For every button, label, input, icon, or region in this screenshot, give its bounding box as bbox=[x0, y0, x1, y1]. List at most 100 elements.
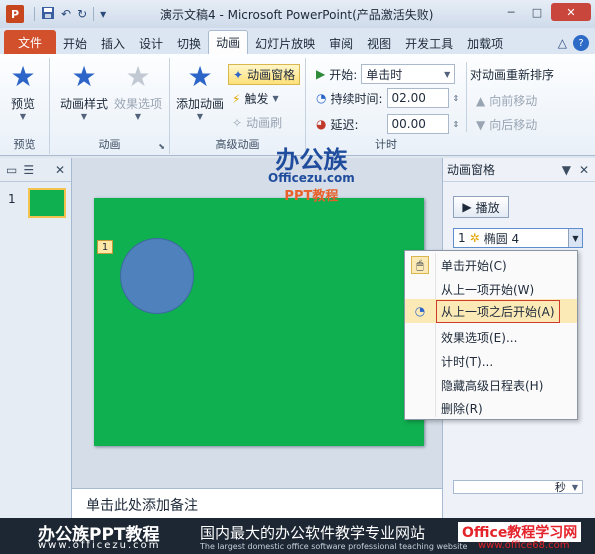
animation-pane-controls: ▼ ✕ bbox=[562, 163, 595, 177]
footer-slogan-en: The largest domestic office software pro… bbox=[200, 542, 468, 551]
slide-thumbnail[interactable] bbox=[28, 188, 66, 218]
lightning-icon: ⚡ bbox=[232, 91, 241, 106]
slide-editing-area: 1 bbox=[72, 158, 442, 488]
outline-tab-icon[interactable]: ☰ bbox=[23, 163, 34, 177]
chevron-down-icon: ▼ bbox=[80, 112, 88, 121]
timing-divider bbox=[466, 62, 467, 132]
start-select[interactable]: 单击时 ▼ bbox=[361, 64, 456, 84]
chevron-down-icon: ▼ bbox=[134, 112, 142, 121]
animation-order-tag[interactable]: 1 bbox=[97, 240, 113, 254]
tab-view[interactable]: 视图 bbox=[360, 32, 398, 54]
tab-file[interactable]: 文件 bbox=[4, 30, 56, 54]
quick-access-toolbar: ↶ ↻ ▾ bbox=[34, 6, 106, 23]
watermark-line3: PPT教程 bbox=[284, 189, 339, 204]
timeline-bar: 秒 ▼ bbox=[453, 480, 583, 494]
chevron-down-icon: ▼ bbox=[272, 94, 279, 103]
customize-qat-icon[interactable]: ▾ bbox=[100, 7, 106, 21]
menu-with-previous[interactable]: 从上一项开始(W) bbox=[405, 277, 577, 301]
window-controls: ─ □ ✕ bbox=[499, 3, 591, 21]
footer-site-logo: Office教程学习网 bbox=[458, 522, 582, 542]
maximize-button[interactable]: □ bbox=[525, 3, 549, 21]
duration-input[interactable]: 02.00 bbox=[386, 88, 449, 108]
item-dropdown-button[interactable]: ▼ bbox=[568, 229, 582, 247]
move-earlier-button[interactable]: ▲ 向前移动 bbox=[476, 92, 537, 109]
effect-options-button[interactable]: ★ 效果选项 ▼ bbox=[114, 62, 163, 122]
clock-icon: ◔ bbox=[414, 304, 426, 318]
down-arrow-icon: ▼ bbox=[476, 117, 486, 132]
animation-pane-header: 动画窗格 ▼ ✕ bbox=[443, 158, 595, 182]
chevron-down-icon: ▼ bbox=[19, 112, 27, 121]
timeline-unit[interactable]: 秒 bbox=[555, 479, 566, 495]
chevron-down-icon[interactable]: ▼ bbox=[572, 483, 578, 492]
menu-hide-advanced-timeline[interactable]: 隐藏高级日程表(H) bbox=[405, 373, 577, 397]
menu-remove-label: 删除(R) bbox=[441, 401, 483, 416]
footer-slogan: 国内最大的办公软件教学专业网站 bbox=[200, 524, 426, 542]
tab-insert[interactable]: 插入 bbox=[94, 32, 132, 54]
redo-icon[interactable]: ↻ bbox=[77, 7, 87, 21]
menu-hide-advanced-label: 隐藏高级日程表(H) bbox=[441, 378, 544, 393]
start-value: 单击时 bbox=[366, 67, 403, 82]
animation-painter-button[interactable]: ✧ 动画刷 bbox=[232, 114, 282, 131]
animation-list-item[interactable]: 1 ✲ 椭圆 4 ▼ bbox=[453, 228, 583, 248]
group-preview: ★ 预览 ▼ 预览 bbox=[0, 58, 50, 154]
oval-shape[interactable] bbox=[120, 238, 194, 314]
effect-options-label: 效果选项 bbox=[114, 97, 163, 111]
footer-banner: 办公族PPT教程 www.officezu.com 国内最大的办公软件教学专业网… bbox=[0, 518, 595, 554]
animation-painter-label: 动画刷 bbox=[246, 116, 283, 130]
group-animation: ★ 动画样式 ▼ ★ 效果选项 ▼ 动画 ⬊ bbox=[50, 58, 170, 154]
item-number: 1 bbox=[458, 231, 466, 245]
close-icon[interactable]: ✕ bbox=[579, 163, 589, 177]
play-button[interactable]: ▶ 播放 bbox=[453, 196, 509, 218]
undo-icon[interactable]: ↶ bbox=[61, 7, 71, 21]
collapse-ribbon-icon[interactable]: △ bbox=[558, 36, 567, 50]
qat-separator bbox=[93, 7, 95, 21]
close-button[interactable]: ✕ bbox=[551, 3, 591, 21]
spinner-icon[interactable]: ⇕ bbox=[453, 120, 460, 129]
animation-styles-button[interactable]: ★ 动画样式 ▼ bbox=[60, 62, 108, 122]
tab-transitions[interactable]: 切换 bbox=[170, 32, 208, 54]
slide-canvas[interactable]: 1 bbox=[94, 198, 424, 446]
mouse-click-icon: 🖱 bbox=[411, 256, 429, 274]
tab-review[interactable]: 审阅 bbox=[322, 32, 360, 54]
add-animation-icon: ★ bbox=[187, 60, 213, 93]
menu-after-previous[interactable]: ◔ 从上一项之后开始(A) bbox=[405, 299, 577, 323]
preview-button[interactable]: ★ 预览 ▼ bbox=[8, 60, 38, 122]
chevron-down-icon[interactable]: ▼ bbox=[562, 163, 571, 177]
tab-developer[interactable]: 开发工具 bbox=[398, 32, 460, 54]
animation-pane-button[interactable]: ✦ 动画窗格 bbox=[228, 64, 301, 85]
menu-start-on-click[interactable]: 🖱 单击开始(C) bbox=[405, 253, 577, 277]
qat-separator bbox=[34, 7, 35, 21]
menu-start-on-click-label: 单击开始(C) bbox=[441, 258, 507, 273]
item-name: 椭圆 4 bbox=[483, 231, 520, 246]
delay-input[interactable]: 00.00 bbox=[386, 114, 449, 134]
help-icon[interactable]: ? bbox=[573, 35, 589, 51]
menu-remove[interactable]: 删除(R) bbox=[405, 396, 577, 420]
tab-addins[interactable]: 加载项 bbox=[460, 32, 510, 54]
chevron-down-icon: ▼ bbox=[444, 69, 451, 79]
save-icon[interactable] bbox=[41, 6, 55, 23]
slides-tab-icon[interactable]: ▭ bbox=[6, 163, 17, 177]
menu-timing[interactable]: 计时(T)... bbox=[405, 349, 577, 373]
slide-number: 1 bbox=[8, 192, 16, 206]
tab-slideshow[interactable]: 幻灯片放映 bbox=[248, 32, 322, 54]
animation-pane-label: 动画窗格 bbox=[247, 68, 296, 82]
close-icon[interactable]: ✕ bbox=[55, 163, 71, 177]
move-later-button[interactable]: ▼ 向后移动 bbox=[476, 116, 537, 133]
group-label-preview: 预览 bbox=[13, 138, 36, 151]
menu-effect-options[interactable]: 效果选项(E)... bbox=[405, 325, 577, 349]
notes-pane[interactable]: 单击此处添加备注 bbox=[72, 488, 442, 520]
tab-animations[interactable]: 动画 bbox=[208, 30, 249, 54]
delay-label: 延迟: bbox=[330, 117, 359, 132]
spinner-icon[interactable]: ⇕ bbox=[453, 94, 460, 103]
minimize-button[interactable]: ─ bbox=[499, 3, 523, 21]
powerpoint-icon[interactable]: P bbox=[6, 5, 24, 23]
move-later-label: 向后移动 bbox=[489, 118, 538, 132]
trigger-button[interactable]: ⚡ 触发 ▼ bbox=[232, 90, 279, 107]
add-animation-label: 添加动画 bbox=[176, 97, 225, 111]
preview-star-icon: ★ bbox=[10, 60, 36, 93]
tab-design[interactable]: 设计 bbox=[132, 32, 170, 54]
tab-home[interactable]: 开始 bbox=[56, 32, 94, 54]
slides-pane: ▭ ☰ ✕ 1 bbox=[0, 158, 72, 518]
add-animation-button[interactable]: ★ 添加动画 ▼ bbox=[176, 60, 225, 122]
dialog-launcher-icon[interactable]: ⬊ bbox=[158, 142, 165, 151]
